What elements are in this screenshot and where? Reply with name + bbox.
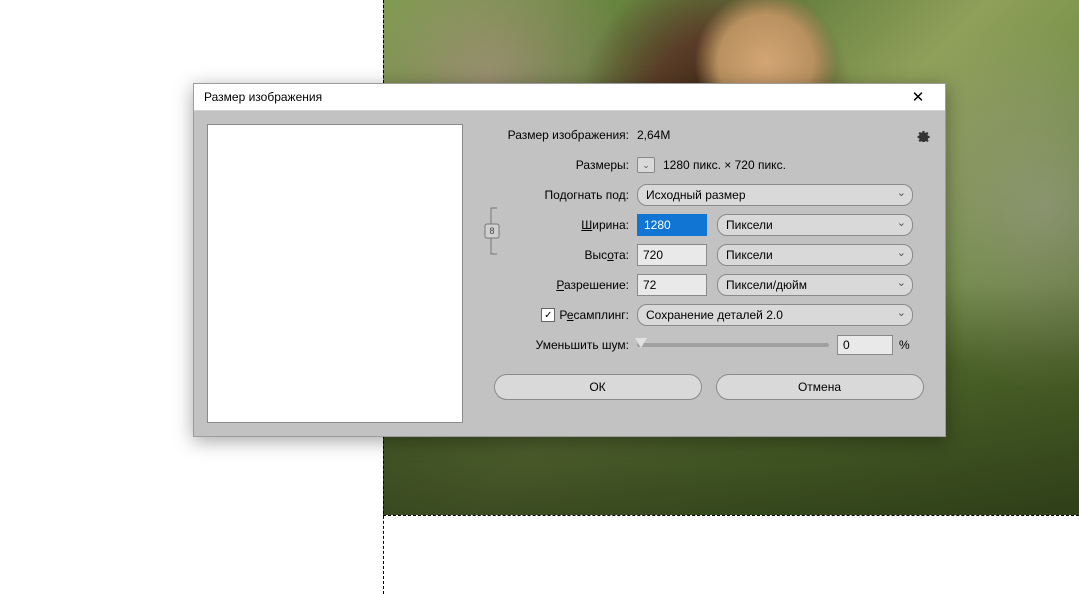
noise-input[interactable] [837, 335, 893, 355]
preview-area [207, 124, 463, 423]
image-size-dialog: Размер изображения ✕ Размер изображения:… [193, 83, 946, 437]
dimensions-unit-toggle[interactable]: ⌄ [637, 157, 655, 173]
resolution-label: Разрешение: [485, 278, 637, 292]
image-size-value: 2,64M [637, 128, 670, 142]
noise-label: Уменьшить шум: [485, 338, 637, 352]
fit-to-value: Исходный размер [646, 188, 746, 202]
selection-marquee-horizontal [383, 515, 1079, 516]
chevron-down-icon: ⌄ [642, 160, 650, 171]
height-input[interactable] [637, 244, 707, 266]
slider-thumb-icon [635, 338, 647, 348]
gear-icon[interactable] [916, 128, 930, 142]
dialog-body: Размер изображения: 2,64M Размеры: ⌄ 128… [194, 111, 945, 436]
width-label: Ширина: [485, 218, 637, 232]
noise-slider[interactable] [637, 343, 829, 347]
image-size-label: Размер изображения: [485, 128, 637, 142]
resample-select[interactable]: Сохранение деталей 2.0 [637, 304, 913, 326]
width-unit-select[interactable]: Пиксели [717, 214, 913, 236]
resample-label: Ресамплинг: [559, 308, 629, 322]
fit-to-select[interactable]: Исходный размер [637, 184, 913, 206]
width-input[interactable] [637, 214, 707, 236]
close-button[interactable]: ✕ [899, 85, 937, 110]
cancel-button[interactable]: Отмена [716, 374, 924, 400]
noise-unit: % [899, 338, 910, 352]
resample-value: Сохранение деталей 2.0 [646, 308, 783, 322]
height-label: Высота: [485, 248, 637, 262]
dimensions-value: 1280 пикс. × 720 пикс. [663, 158, 786, 172]
resolution-unit-value: Пиксели/дюйм [726, 278, 807, 292]
dialog-title: Размер изображения [204, 90, 899, 104]
fit-to-label: Подогнать под: [485, 188, 637, 202]
width-unit-value: Пиксели [726, 218, 773, 232]
resample-checkbox[interactable]: ✓ [541, 308, 555, 322]
resolution-unit-select[interactable]: Пиксели/дюйм [717, 274, 913, 296]
close-icon: ✕ [912, 90, 925, 105]
constrain-proportions-link[interactable]: 8 [483, 204, 503, 258]
ok-button[interactable]: ОК [494, 374, 702, 400]
svg-text:8: 8 [489, 226, 494, 236]
height-unit-value: Пиксели [726, 248, 773, 262]
resolution-input[interactable] [637, 274, 707, 296]
height-unit-select[interactable]: Пиксели [717, 244, 913, 266]
dimensions-label: Размеры: [485, 158, 637, 172]
dialog-titlebar[interactable]: Размер изображения ✕ [194, 84, 945, 111]
